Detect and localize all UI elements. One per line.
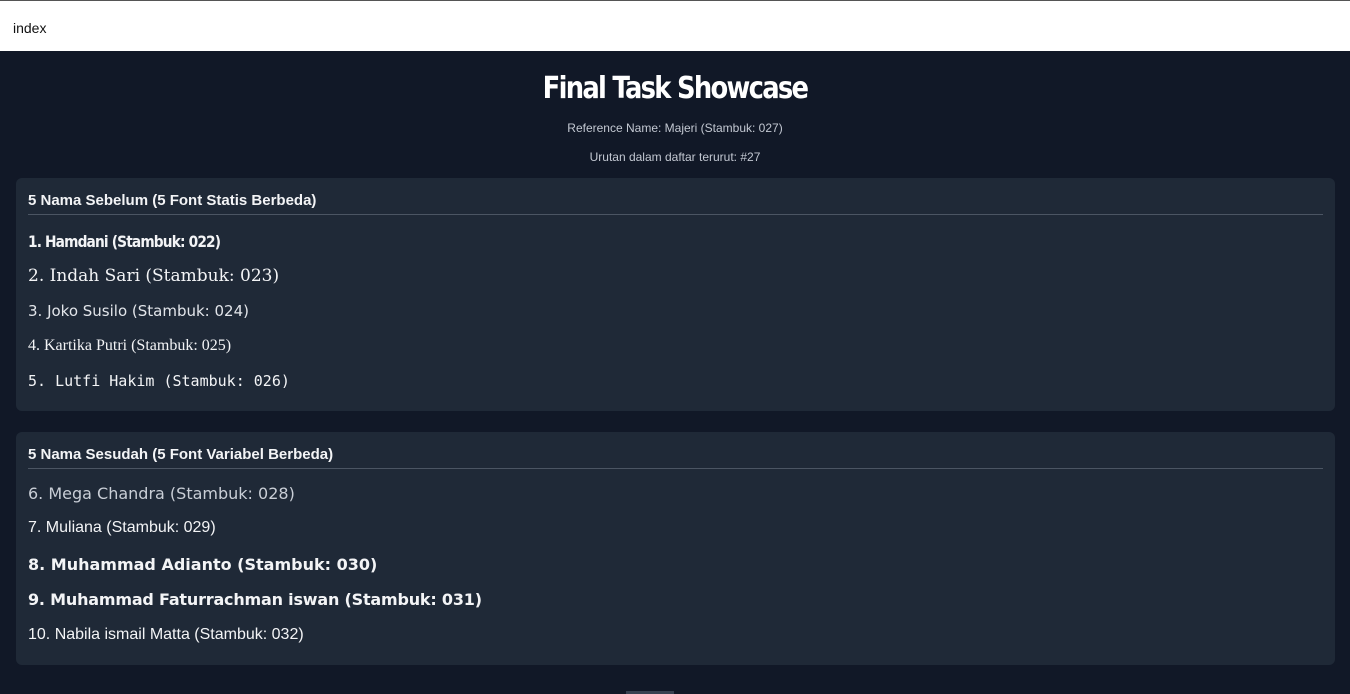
- divider: [28, 214, 1323, 215]
- browser-tab-bar: index: [0, 0, 1350, 51]
- list-item: 5. Lutfi Hakim (Stambuk: 026): [28, 372, 290, 390]
- before-heading: 5 Nama Sebelum (5 Font Statis Berbeda): [28, 192, 317, 209]
- list-item: 1. Hamdani (Stambuk: 022): [28, 232, 221, 251]
- list-item: 2. Indah Sari (Stambuk: 023): [28, 266, 280, 286]
- before-names-card: 5 Nama Sebelum (5 Font Statis Berbeda) 1…: [16, 178, 1335, 411]
- list-item: 10. Nabila ismail Matta (Stambuk: 032): [28, 626, 304, 643]
- list-item: 9. Muhammad Faturrachman iswan (Stambuk:…: [28, 590, 482, 609]
- after-heading: 5 Nama Sesudah (5 Font Variabel Berbeda): [28, 446, 334, 463]
- sort-order: Urutan dalam daftar terurut: #27: [589, 150, 761, 164]
- list-item: 4. Kartika Putri (Stambuk: 025): [28, 337, 232, 354]
- after-names-card: 5 Nama Sesudah (5 Font Variabel Berbeda)…: [16, 432, 1335, 665]
- list-item: 8. Muhammad Adianto (Stambuk: 030): [28, 555, 378, 574]
- tab-title[interactable]: index: [13, 20, 46, 36]
- divider: [28, 468, 1323, 469]
- list-item: 3. Joko Susilo (Stambuk: 024): [28, 302, 249, 320]
- page-title: Final Task Showcase: [542, 71, 809, 106]
- reference-name: Reference Name: Majeri (Stambuk: 027): [567, 121, 783, 135]
- list-item: 6. Mega Chandra (Stambuk: 028): [28, 484, 295, 503]
- page-content: Final Task Showcase Reference Name: Maje…: [0, 51, 1350, 694]
- list-item: 7. Muliana (Stambuk: 029): [28, 519, 216, 536]
